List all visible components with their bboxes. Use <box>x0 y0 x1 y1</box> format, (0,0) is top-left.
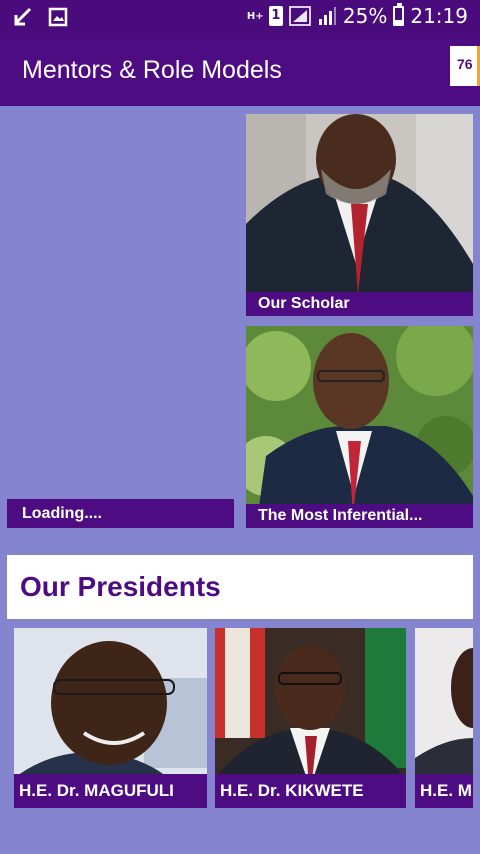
notification-badge[interactable]: 76 <box>450 46 480 86</box>
missed-call-icon <box>14 7 32 26</box>
section-title: Our Presidents <box>20 571 221 602</box>
mentor-tile-inferential[interactable]: The Most Inferential... <box>246 326 473 528</box>
tile-caption: H.E. Dr. MAGUFULI <box>14 774 207 808</box>
sim-indicator: 1 <box>268 6 283 26</box>
network-type: H+ <box>246 10 264 22</box>
tile-caption: H.E. M <box>415 774 473 808</box>
tile-caption: Our Scholar <box>246 292 473 316</box>
wifi-signal-icon <box>318 7 336 25</box>
mentor-tile-scholar[interactable]: Our Scholar <box>246 114 473 316</box>
battery-icon <box>393 3 405 26</box>
president-tile-magufuli[interactable]: H.E. Dr. MAGUFULI <box>14 628 207 808</box>
tile-caption: H.E. Dr. KIKWETE <box>215 774 406 808</box>
presidents-section-header: Our Presidents <box>7 555 473 619</box>
president-tile-partial[interactable]: H.E. M <box>415 628 473 808</box>
page-title: Mentors & Role Models <box>22 56 282 84</box>
battery-percent: 25% <box>342 4 388 28</box>
president-tile-kikwete[interactable]: H.E. Dr. KIKWETE <box>215 628 406 808</box>
tile-caption: Loading.... <box>7 499 234 528</box>
app-bar: Mentors & Role Models 76 <box>0 36 480 106</box>
mentor-tile-loading[interactable]: Loading.... <box>7 114 234 528</box>
status-bar: H+ 1 25% 21:19 <box>0 0 480 36</box>
tile-caption: The Most Inferential... <box>246 504 473 528</box>
mentor-photo <box>246 114 473 316</box>
gallery-icon <box>48 7 68 27</box>
clock: 21:19 <box>410 4 468 28</box>
signal-icon <box>289 6 311 26</box>
mentor-photo <box>246 326 473 528</box>
